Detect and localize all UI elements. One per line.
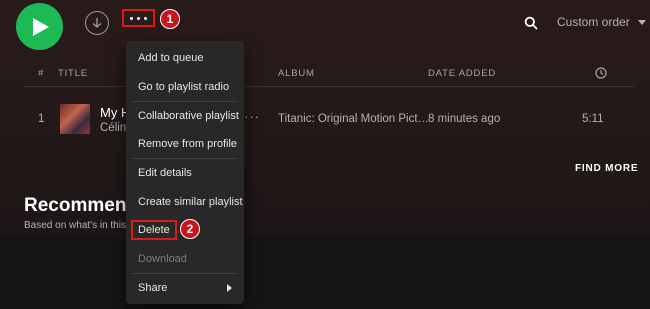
chevron-right-icon <box>227 284 232 292</box>
sort-dropdown[interactable]: Custom order <box>557 15 646 29</box>
column-header-date-added[interactable]: DATE ADDED <box>428 68 496 79</box>
table-row[interactable]: 1 My H Céline ··· Titanic: Original Moti… <box>24 98 634 140</box>
more-dot <box>137 16 140 20</box>
column-header-title[interactable]: TITLE <box>58 68 88 79</box>
table-header-divider <box>24 86 634 87</box>
search-icon[interactable] <box>524 16 538 30</box>
more-horizontal-icon <box>130 16 133 20</box>
menu-divider <box>132 273 238 274</box>
menu-item-remove-from-profile[interactable]: Remove from profile <box>126 131 244 157</box>
sort-label: Custom order <box>557 15 630 29</box>
menu-item-go-to-playlist-radio[interactable]: Go to playlist radio <box>126 74 244 100</box>
column-header-album[interactable]: ALBUM <box>278 68 315 79</box>
step-2-badge: 2 <box>180 219 200 239</box>
column-header-index: # <box>38 68 45 79</box>
download-button[interactable] <box>85 11 109 35</box>
context-menu: Add to queue Go to playlist radio Collab… <box>126 41 244 304</box>
track-duration: 5:11 <box>582 113 604 125</box>
menu-item-edit-details[interactable]: Edit details <box>126 160 244 186</box>
more-dot <box>144 16 147 20</box>
track-album[interactable]: Titanic: Original Motion Pict… <box>278 113 429 125</box>
content-background <box>0 235 650 309</box>
menu-item-share[interactable]: Share <box>126 275 244 301</box>
menu-item-collaborative-playlist[interactable]: Collaborative playlist <box>126 103 244 129</box>
menu-divider <box>132 101 238 102</box>
album-art-thumbnail <box>60 104 90 134</box>
menu-item-add-to-queue[interactable]: Add to queue <box>126 45 244 71</box>
menu-divider <box>132 158 238 159</box>
track-index: 1 <box>38 113 45 125</box>
more-options-button[interactable] <box>122 9 155 27</box>
menu-item-download: Download <box>138 253 187 265</box>
clock-icon[interactable] <box>595 67 607 79</box>
track-date-added: 8 minutes ago <box>428 113 501 125</box>
menu-item-share-label: Share <box>138 282 168 294</box>
row-more-icon[interactable]: ··· <box>244 109 260 124</box>
menu-item-create-similar-playlist[interactable]: Create similar playlist <box>126 189 244 215</box>
caret-down-icon <box>637 19 646 25</box>
play-icon <box>33 17 49 36</box>
play-button[interactable] <box>16 3 63 50</box>
step-1-badge: 1 <box>160 9 180 29</box>
find-more-link[interactable]: FIND MORE <box>575 163 638 174</box>
download-icon <box>92 18 102 28</box>
recommended-heading: Recommended <box>24 195 128 216</box>
recommended-subtitle: Based on what's in this playlist <box>24 220 128 231</box>
